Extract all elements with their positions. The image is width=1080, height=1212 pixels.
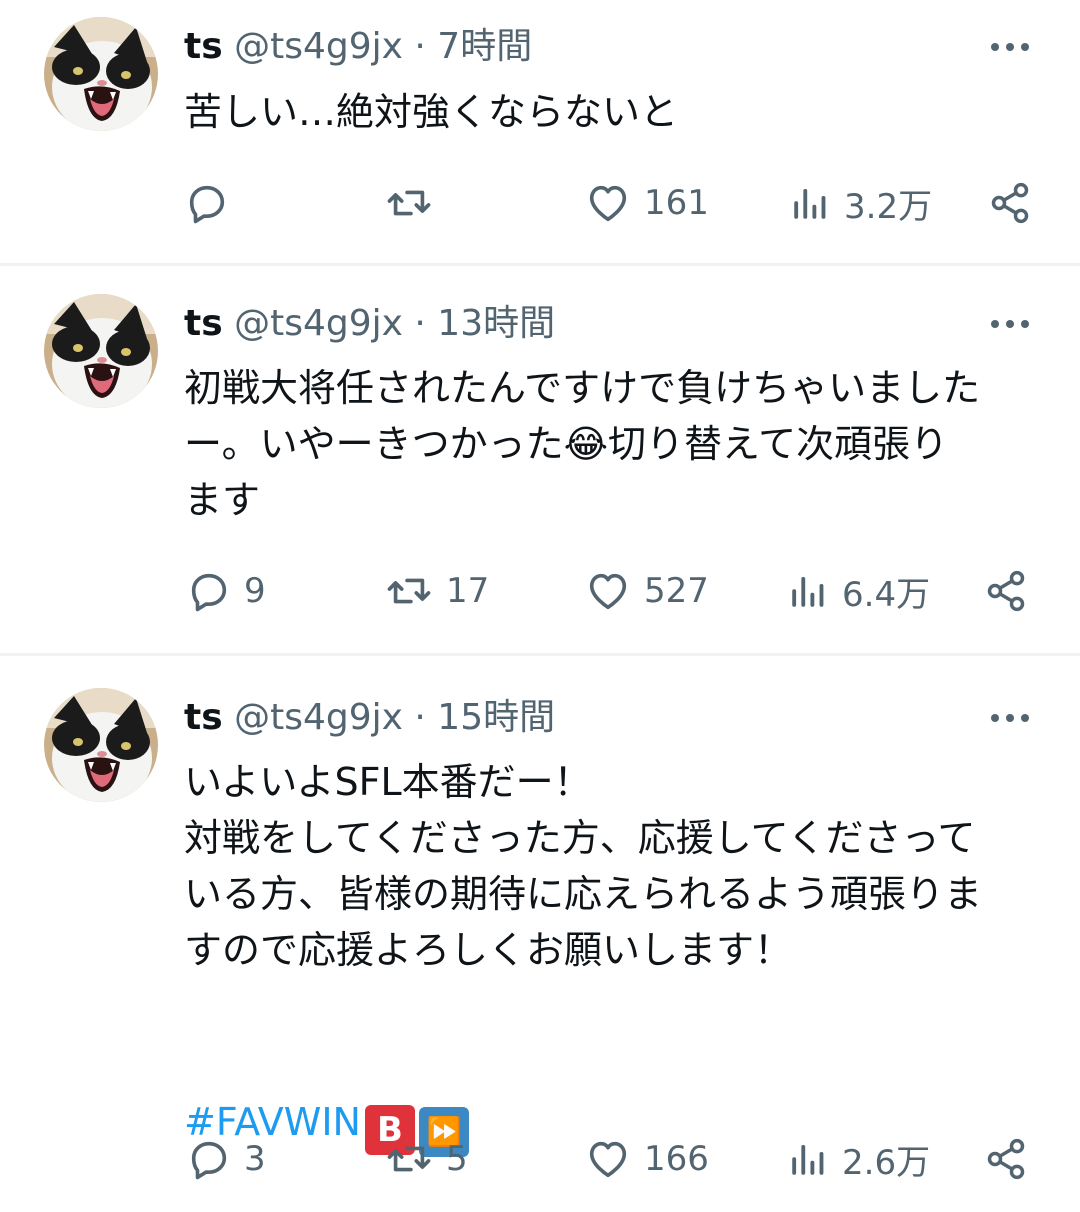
views-button[interactable]: 2.6万 [786,1134,930,1184]
heart-icon [584,1136,632,1182]
retweet-icon [384,568,434,614]
retweet-count: 17 [446,571,490,611]
tweet-text: いよいよSFL本番だー！ 対戦をしてくださった方、応援してくださって いる方、皆… [184,760,983,972]
tweet-text: 苦しい…絶対強くならないと [184,90,679,134]
more-horizontal-icon[interactable] [988,37,1032,57]
like-count: 527 [644,571,709,611]
reply-bubble-icon [186,1136,232,1182]
tweet-1[interactable]: ts @ts4g9jx · 7時間 苦しい…絶対強くならないと 161 3.2万 [0,0,1080,264]
action-bar: 161 3.2万 [0,178,1080,228]
views-count: 2.6万 [842,1142,931,1183]
views-bar-chart-icon [786,1138,830,1180]
tweet-header: ts @ts4g9jx · 15時間 [184,693,555,743]
timestamp[interactable]: 13時間 [437,303,555,344]
separator-dot: · [414,697,426,738]
share-button[interactable] [984,566,1028,616]
reply-count: 3 [244,1139,266,1179]
share-button[interactable] [988,178,1032,228]
display-name[interactable]: ts [184,303,223,344]
action-bar: 9 17 527 6.4万 [0,566,1080,616]
views-bar-chart-icon [786,570,830,612]
like-count: 161 [644,183,709,223]
cat-avatar-icon [44,688,158,802]
display-name[interactable]: ts [184,26,223,67]
reply-button[interactable]: 9 [186,566,266,616]
retweet-icon [384,1136,434,1182]
share-icon [984,568,1028,614]
display-name[interactable]: ts [184,697,223,738]
views-button[interactable]: 6.4万 [786,566,930,616]
views-count: 6.4万 [842,574,931,615]
action-bar: 3 5 166 2.6万 [0,1134,1080,1184]
tweet-header: ts @ts4g9jx · 13時間 [184,299,555,349]
more-horizontal-icon[interactable] [988,314,1032,334]
timestamp[interactable]: 7時間 [437,26,532,67]
retweet-button[interactable]: 5 [384,1134,468,1184]
reply-button[interactable]: 3 [186,1134,266,1184]
separator-dot: · [414,26,426,67]
reply-bubble-icon [184,180,230,226]
share-button[interactable] [984,1134,1028,1184]
like-button[interactable]: 527 [584,566,709,616]
heart-icon [584,180,632,226]
like-count: 166 [644,1139,709,1179]
avatar[interactable] [44,294,158,408]
user-handle[interactable]: @ts4g9jx [234,303,403,344]
reply-button[interactable] [184,178,242,228]
cat-avatar-icon [44,294,158,408]
views-bar-chart-icon [788,182,832,224]
heart-icon [584,568,632,614]
tweet-2[interactable]: ts @ts4g9jx · 13時間 初戦大将任されたんですけで負けちゃいました… [0,266,1080,654]
share-icon [984,1136,1028,1182]
tears-of-joy-emoji: 😂 [563,422,609,466]
tweet-3[interactable]: ts @ts4g9jx · 15時間 いよいよSFL本番だー！ 対戦をしてくださ… [0,656,1080,1212]
tweet-text: 初戦大将任されたんですけで負けちゃいました ー。いやーきつかった😂切り替えて次頑… [184,360,1034,528]
more-horizontal-icon[interactable] [988,708,1032,728]
retweet-count: 5 [446,1139,468,1179]
user-handle[interactable]: @ts4g9jx [234,697,403,738]
like-button[interactable]: 166 [584,1134,709,1184]
like-button[interactable]: 161 [584,178,709,228]
user-handle[interactable]: @ts4g9jx [234,26,403,67]
separator-dot: · [414,303,426,344]
reply-bubble-icon [186,568,232,614]
tweet-header: ts @ts4g9jx · 7時間 [184,22,532,72]
reply-count: 9 [244,571,266,611]
cat-avatar-icon [44,17,158,131]
retweet-button[interactable]: 17 [384,566,489,616]
share-icon [988,180,1032,226]
avatar[interactable] [44,17,158,131]
views-count: 3.2万 [844,186,933,227]
retweet-icon [384,180,434,226]
views-button[interactable]: 3.2万 [788,178,932,228]
avatar[interactable] [44,688,158,802]
timestamp[interactable]: 15時間 [437,697,555,738]
retweet-button[interactable] [384,178,446,228]
